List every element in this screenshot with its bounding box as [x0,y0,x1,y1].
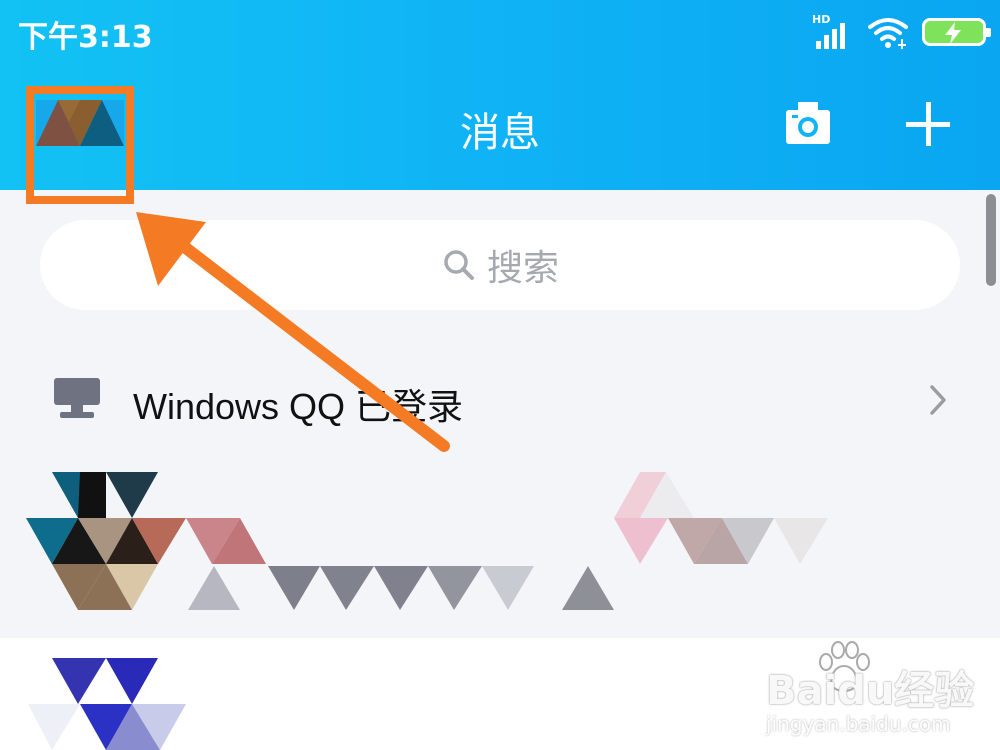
scrollbar[interactable] [986,194,996,286]
watermark-brand: Baidu经验 [766,668,975,714]
signal-icon: HD [812,13,854,49]
search-icon [444,250,474,280]
chat-list-item[interactable] [0,460,1000,638]
windows-login-row[interactable]: Windows QQ 已登录 [0,350,1000,450]
camera-icon[interactable] [784,100,832,148]
login-notice-text: Windows QQ 已登录 [133,386,464,427]
chevron-right-icon [930,385,946,415]
status-icons: HD [812,12,991,52]
search-placeholder: 搜索 [486,248,559,289]
obscured-chat-content [26,472,828,610]
battery-charging-icon [922,18,991,46]
plus-icon[interactable] [904,100,952,148]
watermark-url: jingyan.baidu.com [766,712,951,736]
page-title: 消息 [460,110,540,156]
search-bar[interactable]: 搜索 [40,220,960,310]
wifi-icon [868,18,908,49]
baidu-watermark: Baidu经验 jingyan.baidu.com [760,640,990,740]
status-time: 下午3:13 [18,20,153,55]
monitor-icon [54,378,100,418]
annotation-highlight-box [26,86,134,204]
app-header: 下午3:13 HD 消息 [0,0,1000,190]
